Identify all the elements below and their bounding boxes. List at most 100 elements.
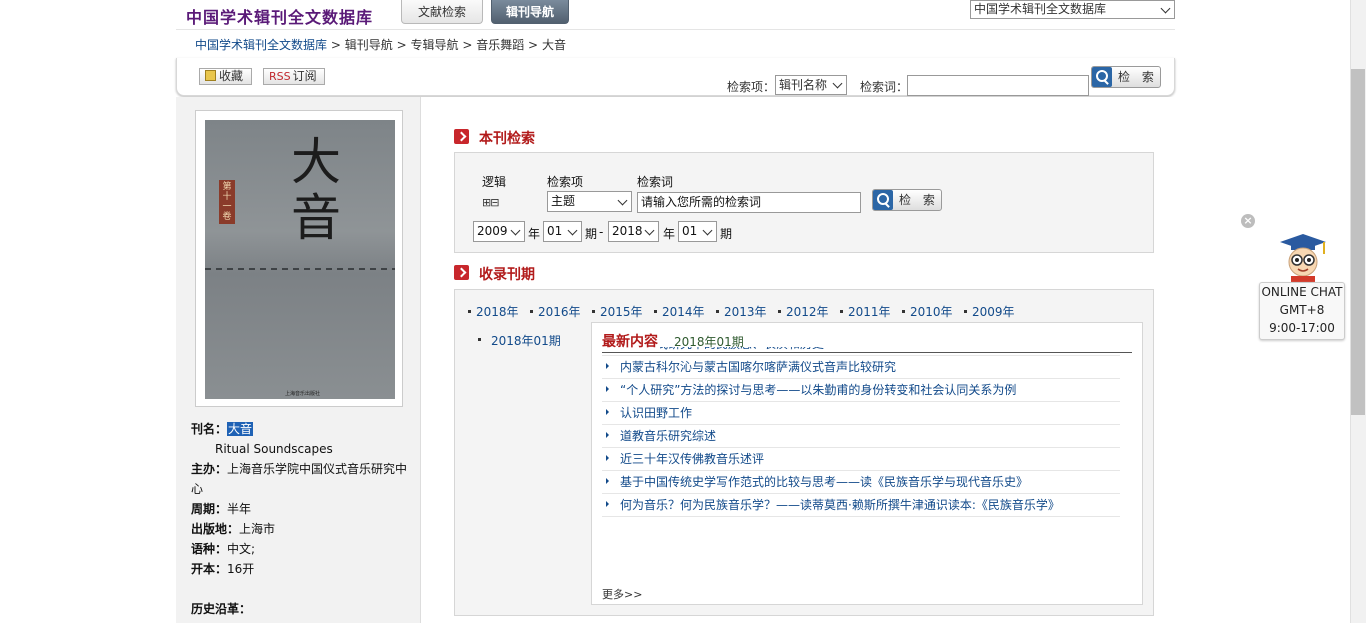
search-button-label: 检 索 bbox=[1118, 70, 1158, 84]
subscribe-label: 订阅 bbox=[292, 69, 317, 83]
latest-content-date: 2018年01期 bbox=[674, 335, 744, 349]
year-item[interactable]: 2014年 bbox=[652, 303, 705, 320]
info-lang-label: 语种： bbox=[191, 542, 228, 556]
rss-icon: RSS bbox=[269, 70, 291, 83]
add-remove-row-icon[interactable]: ⊞⊟ bbox=[482, 196, 499, 209]
list-item[interactable]: 何为音乐？何为民族音乐学？——读蒂莫西·赖斯所撰牛津通识读本:《民族音乐学》 bbox=[602, 494, 1120, 517]
year-item[interactable]: 2010年 bbox=[900, 303, 953, 320]
keyword-header: 检索词 bbox=[637, 175, 674, 189]
chat-mascot-icon[interactable] bbox=[1276, 232, 1330, 284]
search-field-select[interactable]: 主题 bbox=[547, 191, 632, 212]
breadcrumb-item-current: 大音 bbox=[541, 38, 566, 52]
issue-unit-label: 期 bbox=[720, 227, 733, 241]
year-from-select[interactable]: 2009 bbox=[473, 221, 525, 242]
breadcrumb-item-database[interactable]: 中国学术辑刊全文数据库 bbox=[195, 38, 327, 52]
favorite-button[interactable]: 收藏 bbox=[199, 68, 252, 85]
info-history-label: 历史沿革： bbox=[191, 602, 252, 616]
issue-from-value: 01 bbox=[547, 224, 563, 238]
year-item[interactable]: 2011年 bbox=[838, 303, 891, 320]
info-lang-row: 语种：中文; bbox=[191, 539, 413, 559]
database-select-value: 中国学术辑刊全文数据库 bbox=[974, 2, 1107, 16]
latest-content-title: 最新内容 bbox=[602, 331, 660, 351]
site-logo[interactable]: 中国学术辑刊全文数据库 bbox=[186, 4, 373, 28]
section-periods: 收录刊期 bbox=[454, 264, 535, 284]
list-item[interactable]: 内蒙古科尔沁与蒙古国喀尔喀萨满仪式音声比较研究 bbox=[602, 356, 1120, 379]
year-from-value: 2009 bbox=[477, 224, 508, 238]
issue-from-select[interactable]: 01 bbox=[543, 221, 582, 242]
toolbar: 收藏 RSS 订阅 检索项： 辑刊名称 检索词： 检 索 bbox=[176, 58, 1175, 96]
close-icon[interactable]: × bbox=[1241, 214, 1255, 228]
online-chat-widget[interactable]: ONLINE CHAT GMT+8 9:00-17:00 bbox=[1259, 282, 1345, 340]
search-icon bbox=[1092, 67, 1112, 87]
journal-search-button[interactable]: 检 索 bbox=[872, 189, 942, 211]
info-format-row: 开本：16开 bbox=[191, 559, 413, 579]
info-name-label: 刊名： bbox=[191, 422, 228, 436]
chevron-down-icon bbox=[644, 225, 655, 236]
database-select[interactable]: 中国学术辑刊全文数据库 bbox=[970, 0, 1175, 19]
year-unit-label: 年 bbox=[663, 227, 676, 241]
more-link[interactable]: 更多>> bbox=[602, 586, 642, 602]
year-item[interactable]: 2009年 bbox=[962, 303, 1015, 320]
section-journal-search-title: 本刊检索 bbox=[479, 131, 535, 147]
breadcrumb-item-journal-nav[interactable]: 辑刊导航 bbox=[345, 38, 393, 52]
year-item[interactable]: 2013年 bbox=[714, 303, 767, 320]
keyword-label: 检索词： bbox=[860, 80, 909, 94]
breadcrumb-separator: > bbox=[396, 38, 407, 52]
cover-volume: 第十一卷 bbox=[219, 180, 235, 224]
search-keyword-input[interactable]: 请输入您所需的检索词 bbox=[637, 192, 861, 213]
list-item[interactable]: 认识田野工作 bbox=[602, 402, 1120, 425]
scrollbar-thumb[interactable] bbox=[1351, 69, 1365, 415]
article-list: 道教仪式研究中的民族志、表演和历史 内蒙古科尔沁与蒙古国喀尔喀萨满仪式音声比较研… bbox=[602, 347, 1120, 529]
year-item[interactable]: 2012年 bbox=[776, 303, 829, 320]
tab-literature-search[interactable]: 文献检索 bbox=[401, 0, 483, 24]
info-place-label: 出版地： bbox=[191, 522, 240, 536]
list-item[interactable]: 近三十年汉传佛教音乐述评 bbox=[602, 448, 1120, 471]
rss-subscribe-button[interactable]: RSS 订阅 bbox=[263, 68, 325, 85]
issue-to-value: 01 bbox=[682, 224, 698, 238]
list-item[interactable]: 基于中国传统史学写作范式的比较与思考——读《民族音乐学与现代音乐史》 bbox=[602, 471, 1120, 494]
chevron-down-icon bbox=[510, 225, 521, 236]
section-journal-search: 本刊检索 bbox=[454, 128, 535, 148]
breadcrumb-item-music-dance[interactable]: 音乐舞蹈 bbox=[476, 38, 524, 52]
field-label: 检索项： bbox=[727, 80, 776, 94]
field-select-value: 辑刊名称 bbox=[779, 78, 828, 92]
keyword-input[interactable] bbox=[907, 75, 1089, 96]
cover-line bbox=[205, 268, 395, 270]
info-place-row: 出版地：上海市 bbox=[191, 519, 413, 539]
info-name-value: 大音 bbox=[227, 422, 254, 436]
list-item[interactable]: “个人研究”方法的探讨与思考——以朱勤甫的身份转变和社会认同关系为例 bbox=[602, 379, 1120, 402]
arrow-right-icon bbox=[454, 265, 469, 280]
journal-cover: 大 音 第十一卷 上海音乐出版社 bbox=[195, 110, 403, 407]
breadcrumb-item-special-nav[interactable]: 专辑导航 bbox=[410, 38, 458, 52]
favorite-label: 收藏 bbox=[219, 69, 244, 83]
breadcrumb-separator: > bbox=[462, 38, 473, 52]
chevron-down-icon bbox=[1160, 3, 1171, 14]
info-lang-value: 中文; bbox=[227, 542, 256, 556]
issue-unit-label: 期 bbox=[585, 227, 598, 241]
field-select[interactable]: 辑刊名称 bbox=[775, 75, 847, 95]
info-name-row: 刊名：大音 bbox=[191, 419, 413, 439]
year-item[interactable]: 2018年 bbox=[466, 303, 519, 320]
year-to-select[interactable]: 2018 bbox=[608, 221, 659, 242]
chat-line-1: ONLINE CHAT bbox=[1261, 285, 1343, 299]
search-button[interactable]: 检 索 bbox=[1091, 66, 1161, 88]
breadcrumb-separator: > bbox=[528, 38, 539, 52]
chevron-down-icon bbox=[567, 225, 578, 236]
cover-title: 大 音 bbox=[291, 133, 341, 247]
info-place-value: 上海市 bbox=[239, 522, 276, 536]
search-icon bbox=[873, 190, 893, 210]
tab-journal-navigation[interactable]: 辑刊导航 bbox=[491, 0, 569, 24]
year-to-value: 2018 bbox=[612, 224, 643, 238]
cover-publisher: 上海音乐出版社 bbox=[285, 391, 321, 397]
list-item[interactable]: 道教音乐研究综述 bbox=[602, 425, 1120, 448]
info-format-value: 16开 bbox=[227, 562, 255, 576]
issue-item[interactable]: 2018年01期 bbox=[478, 332, 561, 349]
breadcrumb-separator: > bbox=[330, 38, 341, 52]
year-item[interactable]: 2016年 bbox=[528, 303, 581, 320]
latest-content-box: 道教仪式研究中的民族志、表演和历史 内蒙古科尔沁与蒙古国喀尔喀萨满仪式音声比较研… bbox=[591, 322, 1143, 605]
info-sponsor-row: 主办：上海音乐学院中国仪式音乐研究中心 bbox=[191, 459, 413, 499]
range-dash: - bbox=[599, 225, 604, 239]
chat-line-2: GMT+8 bbox=[1279, 303, 1325, 317]
issue-to-select[interactable]: 01 bbox=[678, 221, 717, 242]
year-item[interactable]: 2015年 bbox=[590, 303, 643, 320]
